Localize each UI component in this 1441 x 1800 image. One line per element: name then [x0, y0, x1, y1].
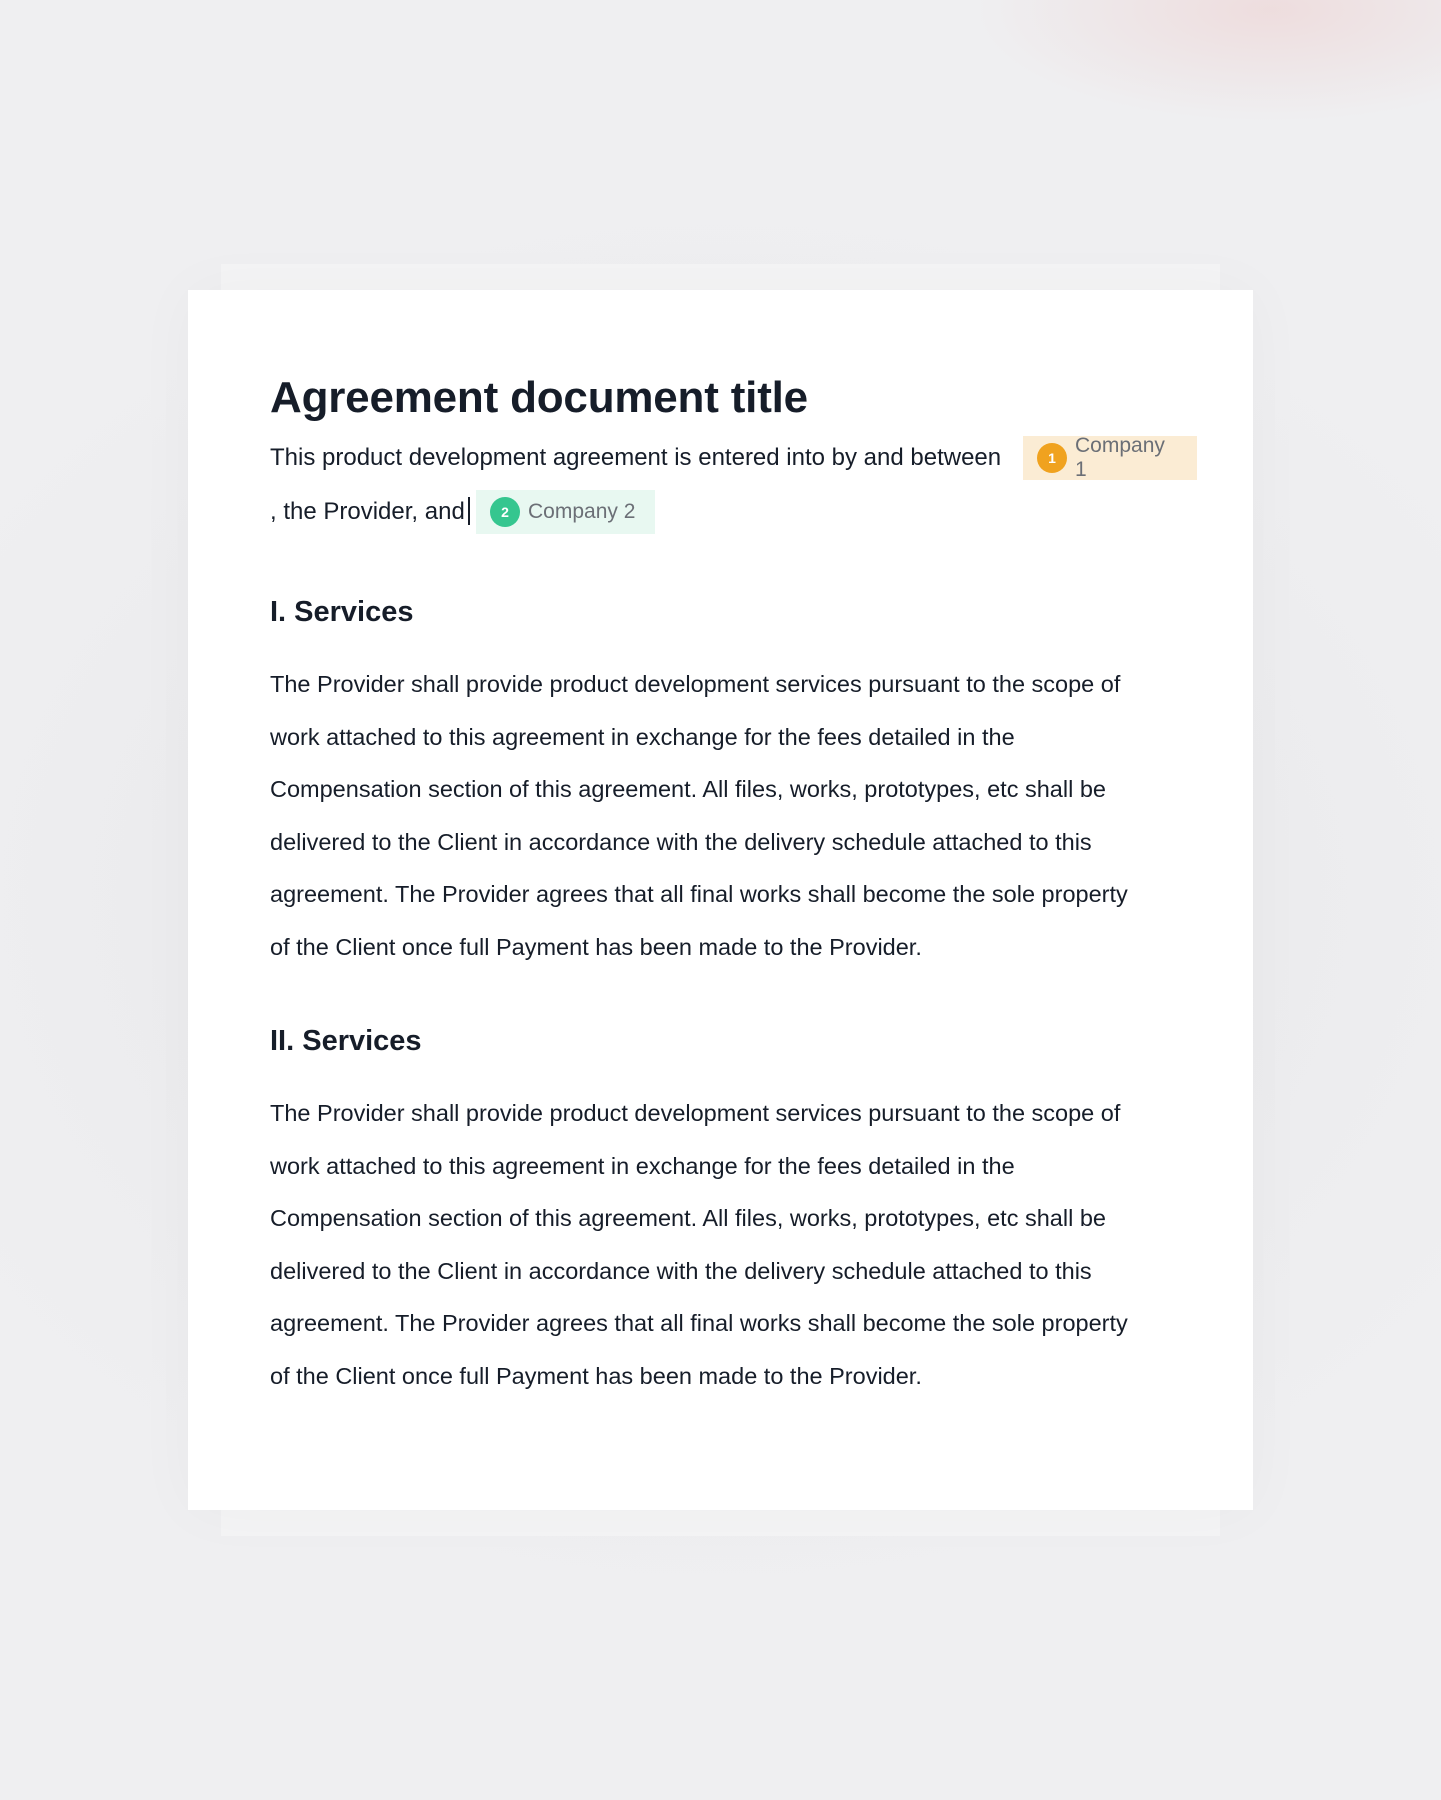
intro-text-middle: , the Provider, and	[270, 498, 465, 525]
document-content[interactable]: Agreement document title This product de…	[270, 370, 1197, 1402]
party-1-label: Company 1	[1075, 434, 1165, 481]
section-2-line: of the Client once full Payment has been…	[270, 1362, 922, 1389]
section-1-line: delivered to the Client in accordance wi…	[270, 828, 1092, 855]
section-2-body[interactable]: The Provider shall provide product devel…	[270, 1087, 1170, 1402]
document-title[interactable]: Agreement document title	[270, 370, 1170, 426]
intro-line-2: , the Provider, and	[270, 490, 470, 534]
party-1-placeholder[interactable]: 1 Company 1	[1023, 434, 1197, 481]
text-cursor	[467, 496, 470, 525]
party-2-label: Company 2	[528, 500, 636, 523]
section-2-line: agreement. The Provider agrees that all …	[270, 1310, 1128, 1336]
section-2-heading[interactable]: II. Services	[270, 1021, 1170, 1061]
section-2-line: Compensation section of this agreement. …	[270, 1205, 1106, 1231]
intro-paragraph[interactable]: This product development agreement is en…	[270, 434, 1197, 546]
section-1-line: Compensation section of this agreement. …	[270, 776, 1106, 802]
section-2-line: The Provider shall provide product devel…	[270, 1100, 1121, 1126]
section-1-line: agreement. The Provider agrees that all …	[270, 881, 1128, 907]
section-2-line: delivered to the Client in accordance wi…	[270, 1257, 1092, 1284]
party-1-number-badge: 1	[1037, 443, 1067, 473]
section-1-line: of the Client once full Payment has been…	[270, 933, 922, 960]
intro-text-before: This product development agreement is en…	[270, 444, 1002, 471]
section-1-line: work attached to this agreement in excha…	[270, 723, 1015, 750]
document-page[interactable]: Agreement document title This product de…	[188, 290, 1253, 1510]
section-1-heading[interactable]: I. Services	[270, 592, 1170, 632]
section-1-body[interactable]: The Provider shall provide product devel…	[270, 658, 1170, 973]
section-1-line: The Provider shall provide product devel…	[270, 671, 1121, 697]
party-2-number-badge: 2	[490, 497, 520, 527]
party-2-placeholder[interactable]: 2 Company 2	[476, 490, 655, 534]
section-2-line: work attached to this agreement in excha…	[270, 1152, 1015, 1179]
